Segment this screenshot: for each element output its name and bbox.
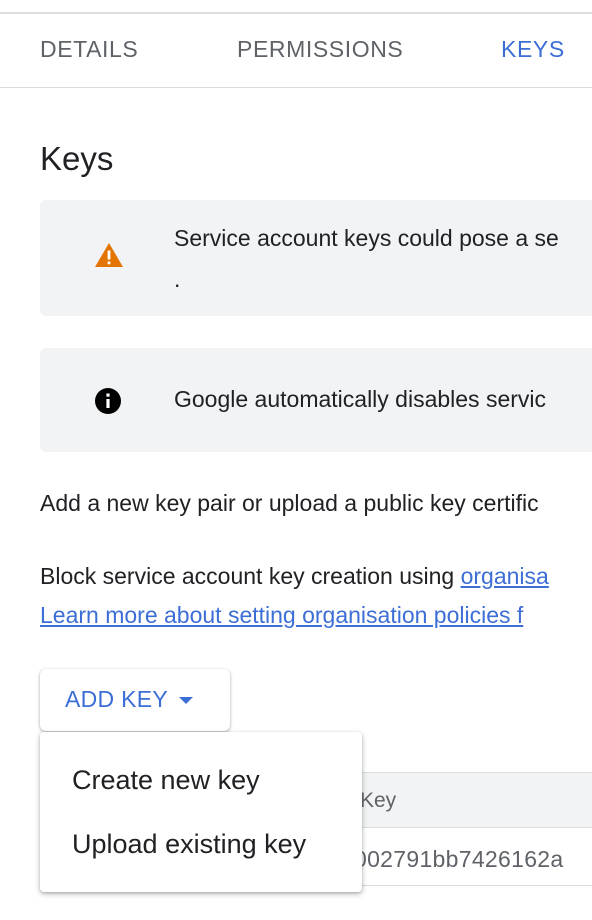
- organisation-policies-link[interactable]: organisa: [461, 563, 549, 589]
- add-key-label: ADD KEY: [65, 686, 169, 712]
- add-key-description: Add a new key pair or upload a public ke…: [40, 490, 539, 516]
- page-title: Keys: [40, 140, 114, 177]
- info-banner-text: Google automatically disables servic: [174, 386, 547, 412]
- keys-table-header: Key: [330, 772, 592, 828]
- warning-banner-text: Service account keys could pose a se: [174, 225, 559, 251]
- service-account-page: DETAILS PERMISSIONS KEYS Keys Service ac…: [0, 0, 592, 920]
- learn-more-link[interactable]: Learn more about setting organisation po…: [40, 602, 523, 628]
- key-id-cell: 002791bb7426162a: [354, 846, 564, 872]
- info-banner: Google automatically disables servic: [40, 348, 592, 452]
- table-row: 002791bb7426162a: [330, 828, 592, 886]
- block-key-creation-label: Block service account key creation using: [40, 563, 461, 589]
- menu-item-create-new-key[interactable]: Create new key: [40, 748, 362, 812]
- tab-bar: DETAILS PERMISSIONS KEYS: [0, 14, 592, 88]
- warning-icon: [94, 242, 124, 273]
- add-key-menu: Create new key Upload existing key: [40, 732, 362, 892]
- block-key-creation-text: Block service account key creation using…: [40, 563, 549, 590]
- add-key-button[interactable]: ADD KEY: [40, 669, 230, 731]
- warning-banner: Service account keys could pose a se .: [40, 200, 592, 316]
- learn-more-text: Learn more about setting organisation po…: [40, 602, 523, 629]
- tab-details[interactable]: DETAILS: [40, 36, 138, 63]
- info-icon: [94, 387, 122, 420]
- menu-item-upload-existing-key[interactable]: Upload existing key: [40, 812, 362, 876]
- caret-down-icon: [179, 697, 193, 704]
- tab-keys[interactable]: KEYS: [501, 36, 565, 63]
- tab-permissions[interactable]: PERMISSIONS: [237, 36, 403, 63]
- column-header-key: Key: [360, 789, 397, 812]
- warning-banner-text-continued: .: [174, 266, 181, 292]
